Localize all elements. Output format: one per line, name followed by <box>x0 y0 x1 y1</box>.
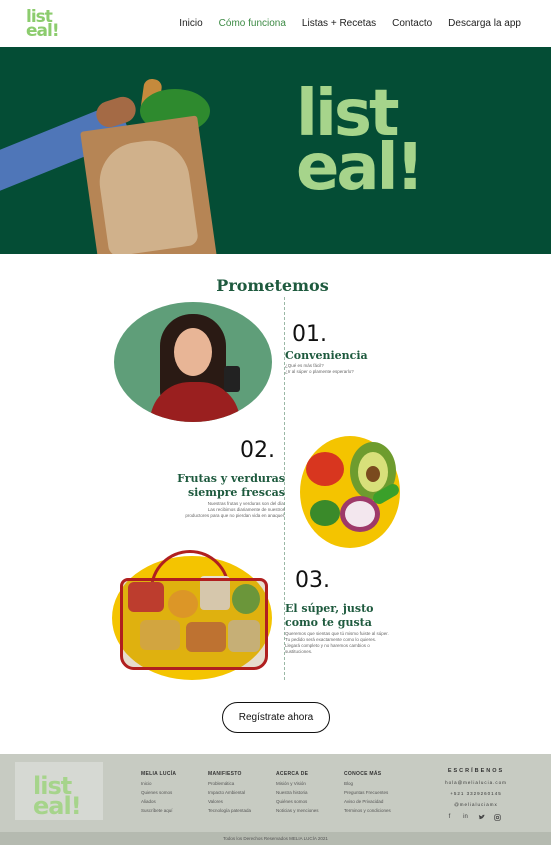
footer-link[interactable]: Preguntas Frecuentes <box>344 788 391 797</box>
footer-column-heading: MELIA LUCÍA <box>141 771 177 777</box>
footer-link[interactable]: Misión y Visión <box>276 779 319 788</box>
contact-phone[interactable]: +521 3329260145 <box>440 788 512 799</box>
twitter-icon[interactable] <box>478 814 485 821</box>
footer-link[interactable]: Aliados <box>141 797 176 806</box>
item-3-title-line: como te gusta <box>285 616 372 629</box>
item-3-title: El súper, justo como te gusta <box>285 602 374 630</box>
item-1-text: ¿Qué es más fácil? ¿Ir al súper o plamen… <box>285 363 354 375</box>
woman-with-phone-image <box>114 302 272 422</box>
footer-link[interactable]: Quiénes somos <box>276 797 319 806</box>
footer-column-heading: CONOCE MÁS <box>344 771 382 777</box>
item-1-title: Conveniencia <box>285 349 368 362</box>
item-2-text-line: productores para que no pierdan vida en … <box>185 513 285 518</box>
contact-email[interactable]: hola@melialucia.com <box>440 777 512 788</box>
face-shape <box>174 328 212 376</box>
hero-logo-line2: eal! <box>296 131 425 205</box>
footer-link[interactable]: Terminos y condiciones <box>344 806 391 815</box>
tomato-shape <box>306 452 344 486</box>
footer-column-manifiesto: MANIFIESTO Problemática Impacto Ambienta… <box>208 770 251 815</box>
hero-logo: list eal! <box>296 82 441 207</box>
phone-shape <box>224 366 240 392</box>
item-1-text-line: ¿Ir al súper o plamente esperarlo? <box>285 369 354 374</box>
footer-link[interactable]: Impacto Ambiental <box>208 788 251 797</box>
item-3-number: 03. <box>295 568 330 593</box>
footer-column-melia-lucia: MELIA LUCÍA Inicio Quienes somos Aliados… <box>141 770 176 815</box>
contact-heading: ESCRÍBENOS <box>447 768 505 774</box>
hero-banner: list eal! <box>0 47 551 254</box>
contact-handle[interactable]: @melialuciamx <box>440 799 512 810</box>
item-2-title-line: siempre frescas <box>187 486 285 499</box>
top-nav: list eal! Inicio Cómo funciona Listas + … <box>0 0 551 48</box>
brand-logo[interactable]: list eal! <box>26 9 64 41</box>
footer-link[interactable]: Noticias y menciones <box>276 806 319 815</box>
copyright-bar: Todos los Derechos Reservados MELIA LUCÍ… <box>0 832 551 845</box>
footer-link[interactable]: Quienes somos <box>141 788 176 797</box>
section-title: Prometemos <box>216 276 329 295</box>
footer-column-heading: MANIFIESTO <box>208 771 242 777</box>
social-links: f in <box>446 814 501 821</box>
footer-link[interactable]: Tecnología patentada <box>208 806 251 815</box>
facebook-icon[interactable]: f <box>446 814 453 821</box>
nav-link-contacto[interactable]: Contacto <box>392 18 432 29</box>
footer-link[interactable]: Inicio <box>141 779 176 788</box>
item-3-title-line: El súper, justo <box>285 602 374 615</box>
footer-column-heading: ACERCA DE <box>276 771 309 777</box>
linkedin-icon[interactable]: in <box>462 814 469 821</box>
footer-contact: ESCRÍBENOS hola@melialucia.com +521 3329… <box>440 766 512 810</box>
item-2-text: Nuestras frutas y verduras son del día. … <box>150 501 285 519</box>
footer-column-acerca-de: ACERCA DE Misión y Visión Nuestra histor… <box>276 770 319 815</box>
item-2-number: 02. <box>240 438 275 463</box>
footer-link[interactable]: Suscríbete aquí <box>141 806 176 815</box>
item-2-title: Frutas y verduras siempre frescas <box>150 472 285 500</box>
nav-link-listas-recetas[interactable]: Listas + Recetas <box>302 18 376 29</box>
register-button[interactable]: Regístrate ahora <box>222 702 330 733</box>
nav-link-inicio[interactable]: Inicio <box>179 18 202 29</box>
item-3-text: Queremos que sientas que tú mismo fuiste… <box>285 631 410 655</box>
item-3-text-line: sustituciones. <box>285 649 313 654</box>
footer-link[interactable]: Nuestra historia <box>276 788 319 797</box>
footer-logo[interactable]: list eal! <box>15 762 103 820</box>
footer-link[interactable]: Valores <box>208 797 251 806</box>
footer-link[interactable]: Aviso de Privacidad <box>344 797 391 806</box>
footer-column-conoce-mas: CONOCE MÁS Blog Preguntas Frecuentes Avi… <box>344 770 391 815</box>
instagram-icon[interactable] <box>494 814 501 821</box>
footer-link[interactable]: Problemática <box>208 779 251 788</box>
nav-link-descarga-app[interactable]: Descarga la app <box>448 18 521 29</box>
footer-link[interactable]: Blog <box>344 779 391 788</box>
avocado-pit-shape <box>366 466 380 482</box>
bag-print <box>94 135 199 254</box>
nav-link-como-funciona[interactable]: Cómo funciona <box>219 18 286 29</box>
grocery-bag-image <box>80 115 218 254</box>
item-2-title-line: Frutas y verduras <box>177 472 285 485</box>
cilantro-shape <box>310 500 340 526</box>
footer-logo-line2: eal! <box>33 792 82 820</box>
item-1-number: 01. <box>292 322 327 347</box>
nav-links: Inicio Cómo funciona Listas + Recetas Co… <box>179 18 521 29</box>
basket-shape <box>120 578 268 670</box>
logo-line2: eal! <box>26 21 60 41</box>
